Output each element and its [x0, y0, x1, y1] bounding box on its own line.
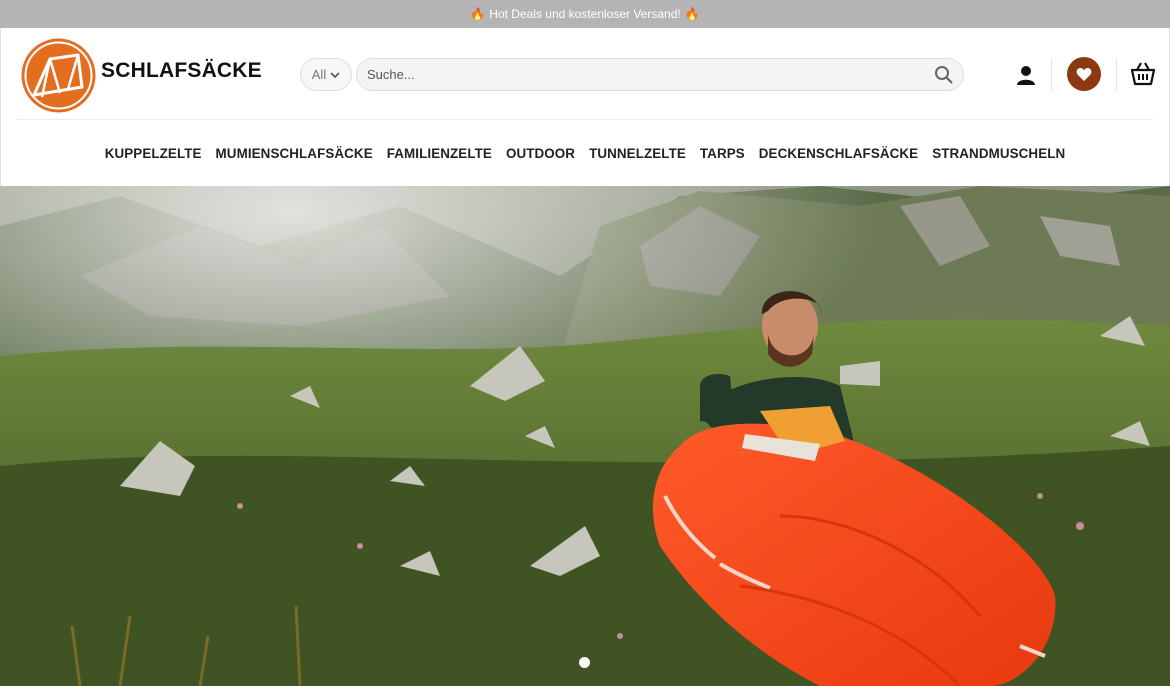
- hero-slider[interactable]: [0, 186, 1170, 686]
- nav-item-deckenschlafsaecke[interactable]: DECKENSCHLAFSÄCKE: [759, 146, 918, 161]
- site-header: SCHLAFSÄCKE All: [0, 28, 1170, 120]
- nav-item-tarps[interactable]: TARPS: [700, 146, 745, 161]
- basket-icon[interactable]: [1130, 61, 1156, 87]
- search-icon[interactable]: [934, 65, 954, 85]
- category-select[interactable]: All: [300, 58, 352, 91]
- nav-item-strandmuscheln[interactable]: STRANDMUSCHELN: [932, 146, 1065, 161]
- header-bottom-border: [17, 119, 1153, 120]
- nav-item-tunnelzelte[interactable]: TUNNELZELTE: [589, 146, 686, 161]
- brand-logo[interactable]: [20, 37, 97, 114]
- header-divider: [1116, 58, 1117, 92]
- search-box: [356, 58, 964, 91]
- wishlist-button[interactable]: [1067, 57, 1101, 91]
- nav-item-kuppelzelte[interactable]: KUPPELZELTE: [105, 146, 202, 161]
- fire-icon: 🔥: [470, 7, 486, 21]
- nav-item-mumienschlafsaecke[interactable]: MUMIENSCHLAFSÄCKE: [216, 146, 373, 161]
- nav-item-outdoor[interactable]: OUTDOOR: [506, 146, 575, 161]
- chevron-down-icon: [330, 71, 340, 78]
- heart-icon: [1076, 67, 1092, 81]
- fire-icon: 🔥: [684, 7, 700, 21]
- nav-item-familienzelte[interactable]: FAMILIENZELTE: [387, 146, 492, 161]
- promo-text: Hot Deals und kostenloser Versand!: [489, 7, 681, 21]
- header-divider: [1051, 58, 1052, 92]
- hero-image: [0, 186, 1170, 686]
- search-input[interactable]: [357, 59, 917, 90]
- slider-dot-active[interactable]: [579, 657, 590, 668]
- main-nav: KUPPELZELTE MUMIENSCHLAFSÄCKE FAMILIENZE…: [0, 120, 1170, 186]
- category-select-value: All: [311, 67, 327, 82]
- account-icon[interactable]: [1015, 64, 1037, 86]
- promo-bar: 🔥 Hot Deals und kostenloser Versand! 🔥: [0, 0, 1170, 28]
- brand-name[interactable]: SCHLAFSÄCKE: [101, 59, 262, 83]
